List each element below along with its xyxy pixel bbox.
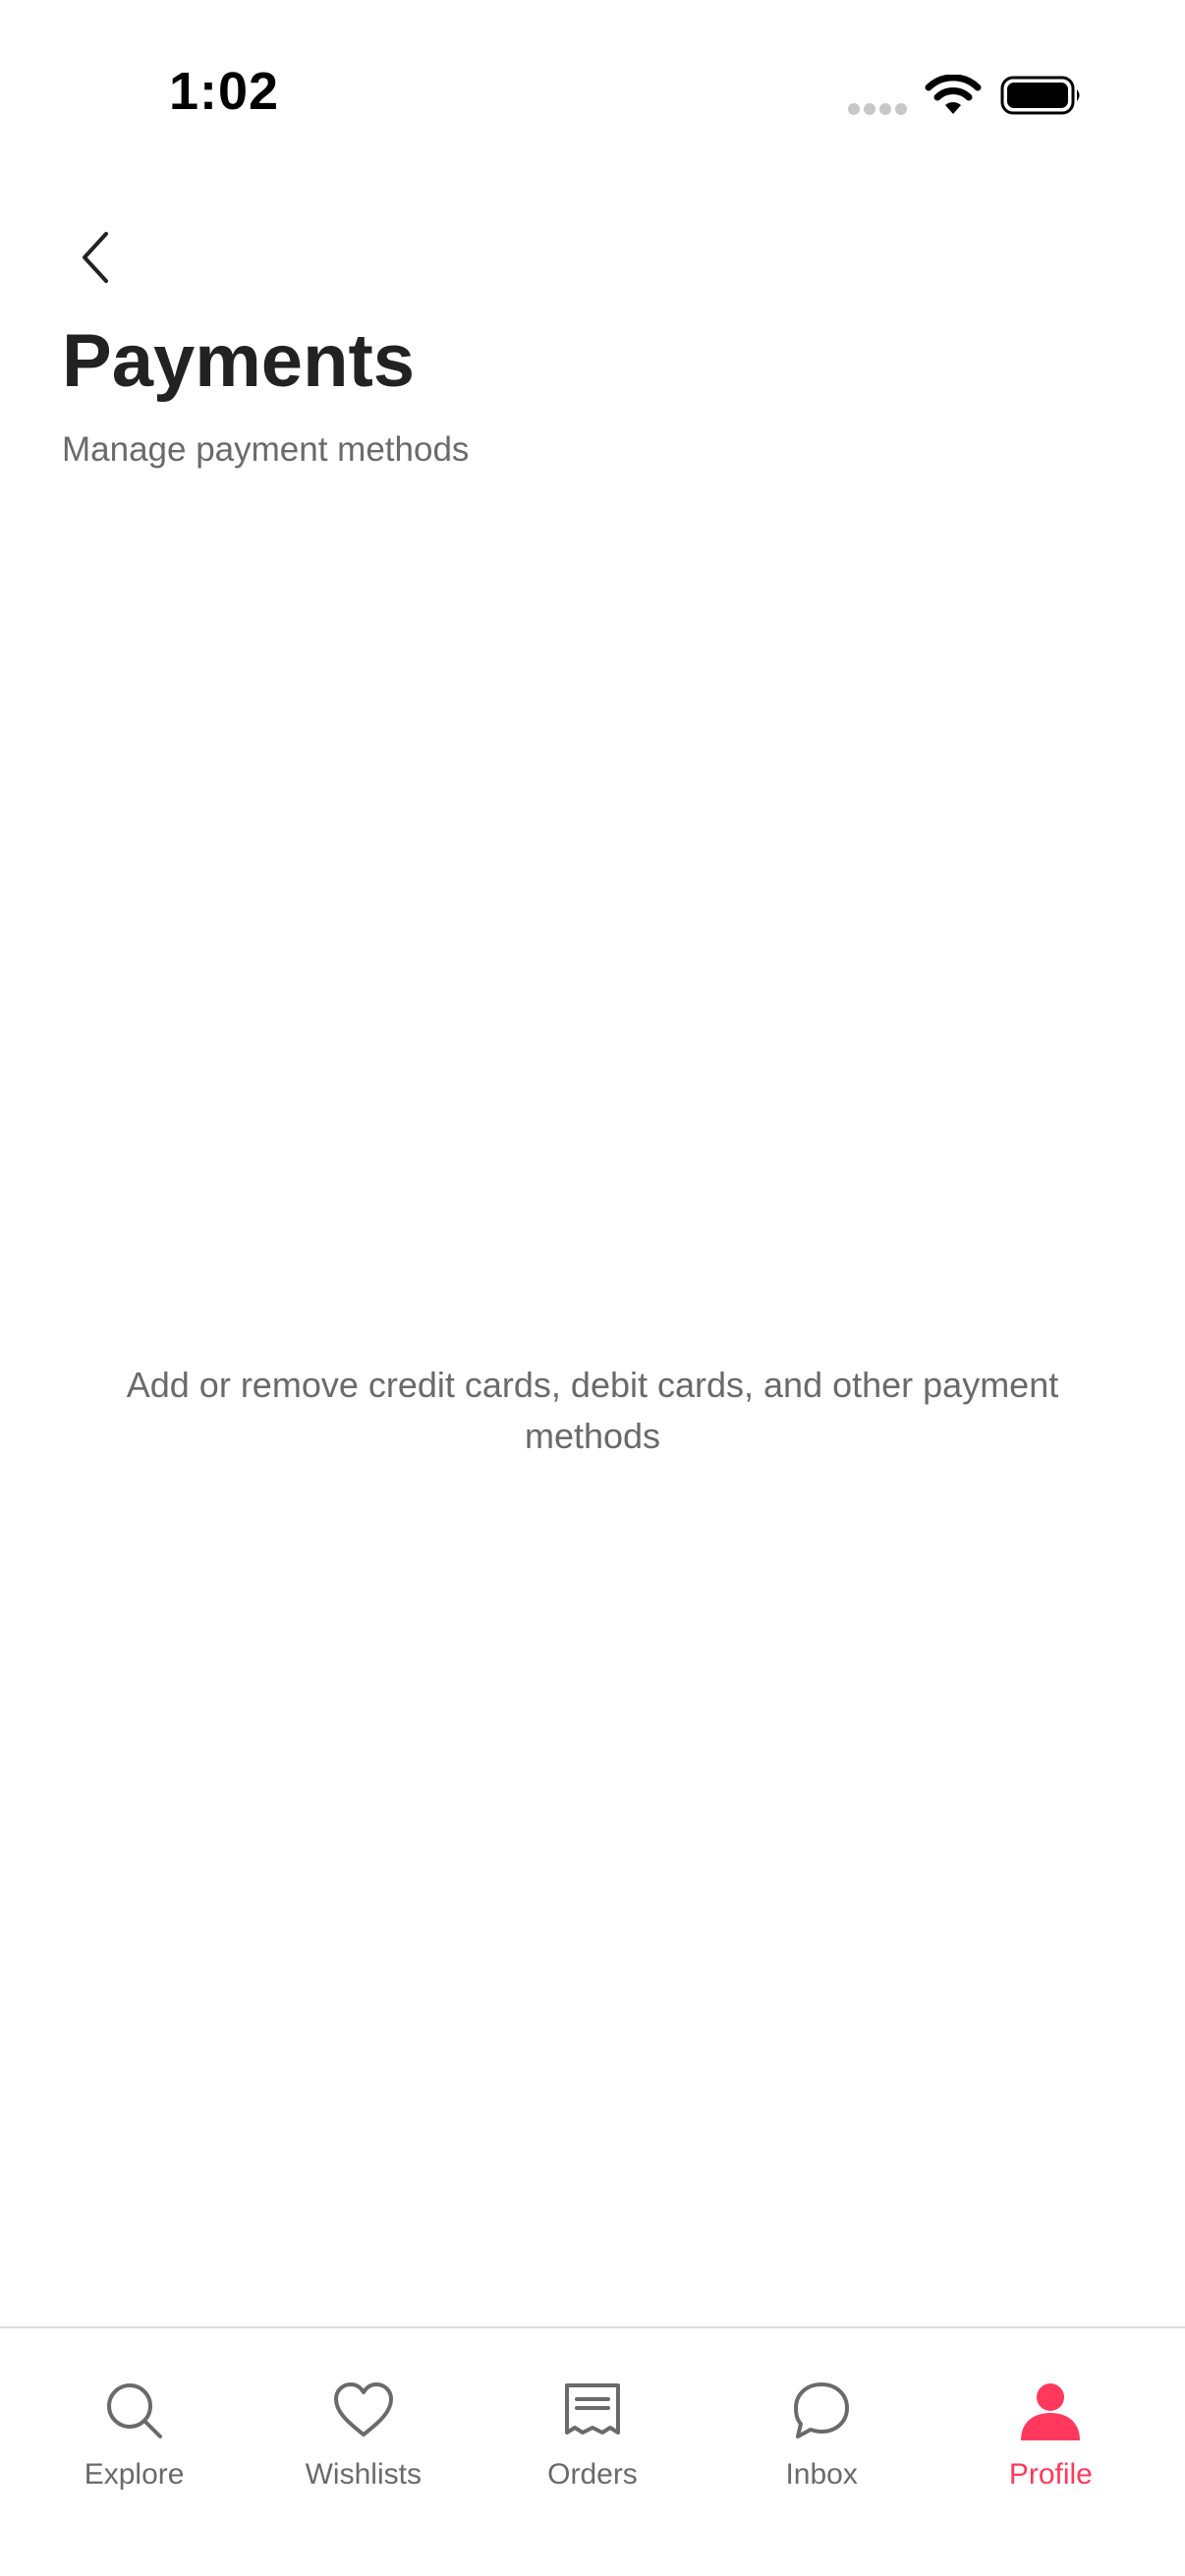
tab-explore[interactable]: Explore [36, 2328, 233, 2492]
tab-label-orders: Orders [547, 2458, 638, 2491]
battery-icon [1000, 76, 1080, 115]
tab-wishlists[interactable]: Wishlists [265, 2328, 462, 2492]
status-bar: 1:02 [0, 0, 1185, 187]
page-title: Payments [62, 319, 416, 403]
chevron-left-icon [83, 232, 108, 283]
payments-screen: 1:02 Payments Manage payment methods Add… [0, 0, 1185, 2576]
tab-inbox[interactable]: Inbox [723, 2328, 920, 2492]
tab-orders[interactable]: Orders [494, 2328, 691, 2492]
person-icon [1021, 2383, 1081, 2440]
heart-icon [333, 2382, 393, 2436]
tab-label-wishlists: Wishlists [305, 2458, 422, 2491]
empty-state-message: Add or remove credit cards, debit cards,… [126, 1365, 1059, 1456]
tab-label-profile: Profile [1008, 2458, 1093, 2491]
tab-label-explore: Explore [84, 2458, 185, 2491]
bottom-tab-bar: Explore Wishlists Orders Inbox Profile [0, 2326, 1185, 2576]
tab-label-inbox: Inbox [785, 2458, 858, 2491]
tab-profile[interactable]: Profile [952, 2328, 1149, 2492]
receipt-icon [564, 2383, 620, 2435]
back-button[interactable] [57, 218, 136, 297]
cellular-signal-icon [848, 103, 907, 115]
page-subtitle: Manage payment methods [62, 430, 470, 469]
wifi-icon [925, 75, 982, 114]
status-time: 1:02 [169, 62, 280, 121]
chat-bubble-icon [794, 2382, 850, 2438]
search-icon [106, 2383, 162, 2438]
